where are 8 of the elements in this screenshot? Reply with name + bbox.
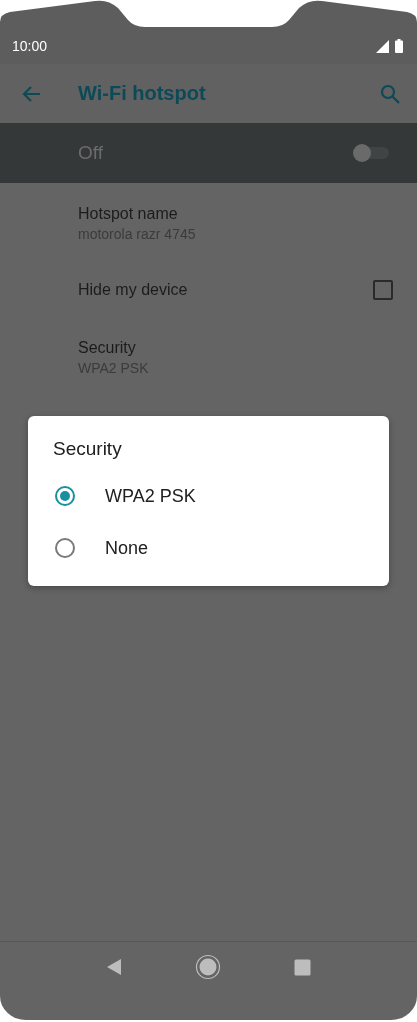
- option-label[interactable]: WPA2 PSK: [105, 485, 196, 507]
- status-time: 10:00: [12, 38, 48, 54]
- option-label[interactable]: None: [105, 537, 149, 559]
- setting-title[interactable]: Security: [78, 338, 393, 357]
- dialog-title: Security: [53, 438, 122, 460]
- screen-title: Wi-Fi hotspot: [78, 82, 207, 105]
- setting-title[interactable]: Hide my device: [78, 281, 373, 299]
- setting-title[interactable]: Hotspot name: [78, 204, 393, 223]
